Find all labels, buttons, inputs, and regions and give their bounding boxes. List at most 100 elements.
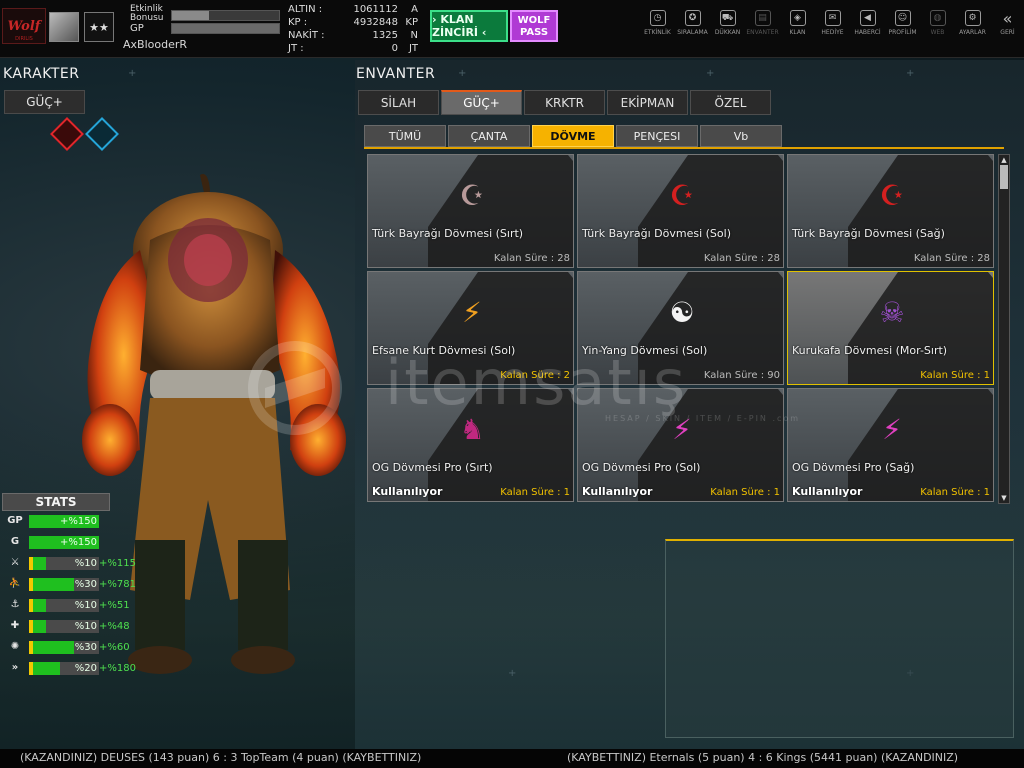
item-status: Kullanılıyor xyxy=(372,485,443,498)
item-name: OG Dövmesi Pro (Sırt) xyxy=(372,461,493,474)
nav-geri̇[interactable]: «GERİ xyxy=(990,8,1024,37)
nav-etki̇nli̇k[interactable]: ◷ ETKİNLİK xyxy=(640,8,675,36)
nav-klan[interactable]: ◈ KLAN xyxy=(780,8,815,36)
nav-dükkan[interactable]: ⛟ DÜKKAN xyxy=(710,8,745,36)
back-icon: « xyxy=(1002,8,1013,28)
shield-icon: ◈ xyxy=(789,10,806,26)
inventory-tab[interactable]: SİLAH xyxy=(358,90,439,115)
item-time-left: Kalan Süre : 1 xyxy=(500,487,570,498)
currency-value: 1061112 xyxy=(353,4,398,15)
item-status: Kullanılıyor xyxy=(582,485,653,498)
scroll-down-icon[interactable]: ▼ xyxy=(999,493,1009,503)
globe-icon: ◍ xyxy=(929,10,946,26)
currency-block: ALTIN :1061112 A KP :4932848 KP NAKİT :1325 N… xyxy=(284,4,424,56)
stat-value: %20 xyxy=(74,663,97,674)
nav-siralama[interactable]: ✪ SIRALAMA xyxy=(675,8,710,36)
rank-icon[interactable]: ★★ xyxy=(84,12,114,42)
currency-label: KP : xyxy=(288,17,308,28)
etkinlik-bonus-fill xyxy=(172,11,210,20)
nav-label: DÜKKAN xyxy=(714,29,741,36)
tattoo-icon: ⚡ xyxy=(882,412,902,446)
logo-sub: DIRILIS xyxy=(15,36,33,42)
inventory-subtab[interactable]: Vb xyxy=(700,125,782,147)
clan-chain-button[interactable]: › KLAN ZİNCİRİ ‹ xyxy=(430,10,508,42)
inventory-item-card[interactable]: ☠ Kurukafa Dövmesi (Mor-Sırt) Kalan Süre :… xyxy=(787,271,994,385)
ranking-medal-icon: ✪ xyxy=(684,10,701,26)
inventory-subtab[interactable]: DÖVME xyxy=(532,125,614,147)
health-icon: ✚ xyxy=(10,620,20,631)
item-grid-scrollbar[interactable]: ▲ ▼ xyxy=(998,154,1010,504)
nav-haberci̇[interactable]: ◀ HABERCİ xyxy=(850,8,885,36)
inventory-tab[interactable]: KRKTR xyxy=(524,90,605,115)
inventory-item-card[interactable]: ⚡ OG Dövmesi Pro (Sol) Kullanılıyor Kalan S… xyxy=(577,388,784,502)
item-name: Türk Bayrağı Dövmesi (Sırt) xyxy=(372,227,524,240)
speed-icon: ⛹ xyxy=(8,578,22,589)
stat-value: %30 xyxy=(74,579,97,590)
item-status: Kullanılıyor xyxy=(792,485,863,498)
item-name: Efsane Kurt Dövmesi (Sol) xyxy=(372,344,516,357)
nav-web[interactable]: ◍ WEB xyxy=(920,8,955,36)
tattoo-icon: ⚡ xyxy=(462,295,482,329)
cart-icon: ⛟ xyxy=(719,10,736,26)
item-name: Türk Bayrağı Dövmesi (Sol) xyxy=(582,227,731,240)
nav-label: WEB xyxy=(930,29,945,36)
inventory-item-card[interactable]: ⚡ OG Dövmesi Pro (Sağ) Kullanılıyor Kalan S… xyxy=(787,388,994,502)
stat-bar: %20 xyxy=(29,662,99,675)
stat-value: %10 xyxy=(74,600,97,611)
clan-emblem-icon[interactable] xyxy=(49,12,79,42)
nav-envanter[interactable]: ▤ ENVANTER xyxy=(745,8,780,36)
plus-marker: + xyxy=(458,68,467,79)
inventory-item-card[interactable]: ⚡ Efsane Kurt Dövmesi (Sol) Kalan Süre : 2 xyxy=(367,271,574,385)
stat-bar: %10 xyxy=(29,599,99,612)
dash-icon: » xyxy=(11,662,19,673)
inventory-subtabs: TÜMÜ ÇANTA DÖVME PENÇESI Vb xyxy=(364,125,784,147)
stat-row: ⛹ %30 +%781 xyxy=(2,574,136,595)
inventory-subtab[interactable]: TÜMÜ xyxy=(364,125,446,147)
inventory-item-card[interactable]: ☪ Türk Bayrağı Dövmesi (Sol) Kalan Süre : … xyxy=(577,154,784,268)
scroll-up-icon[interactable]: ▲ xyxy=(999,155,1009,165)
nav-ayarlar[interactable]: ⚙ AYARLAR xyxy=(955,8,990,36)
wolf-pass-button[interactable]: WOLF PASS xyxy=(510,10,558,42)
stat-row: ⚓ %10 +%51 xyxy=(2,595,130,616)
inventory-subtab[interactable]: PENÇESI xyxy=(616,125,698,147)
stat-bar-bonus xyxy=(33,641,74,654)
stat-row: G +%150 xyxy=(2,532,110,553)
stat-bar-bonus xyxy=(33,662,60,675)
stat-bar: %10 xyxy=(29,620,99,633)
guc-tab[interactable]: GÜÇ+ xyxy=(4,90,85,114)
inventory-tab[interactable]: EKİPMAN xyxy=(607,90,688,115)
inventory-subtab[interactable]: ÇANTA xyxy=(448,125,530,147)
nav-hedi̇ye[interactable]: ✉ HEDİYE xyxy=(815,8,850,36)
currency-value: 4932848 xyxy=(353,17,398,28)
stopwatch-icon: ◷ xyxy=(649,10,666,26)
character-title: KARAKTER xyxy=(3,66,80,82)
stat-bar-bonus xyxy=(33,578,74,591)
stat-rows: GP +%150 G +%150 ⚔ %10 +%115 ⛹ %30 +%781 ⚓ %10 +%51 ✚… xyxy=(2,511,136,679)
match-ticker: (KAZANDINIZ) DEUSES (143 puan) 6 : 3 Top… xyxy=(0,749,1024,768)
scroll-thumb[interactable] xyxy=(1000,165,1008,189)
inventory-item-card[interactable]: ☪ Türk Bayrağı Dövmesi (Sırt) Kalan Süre :… xyxy=(367,154,574,268)
inventory-tab[interactable]: ÖZEL xyxy=(690,90,771,115)
inventory-icon: ▤ xyxy=(754,10,771,26)
top-nav: ◷ ETKİNLİK ✪ SIRALAMA ⛟ DÜKKAN ▤ ENVANTER ◈ KLAN ✉… xyxy=(640,8,1024,37)
inventory-item-card[interactable]: ☪ Türk Bayrağı Dövmesi (Sağ) Kalan Süre : … xyxy=(787,154,994,268)
currency-unit: A xyxy=(411,4,418,15)
gp-icon: GP xyxy=(7,515,23,526)
stats-panel: STATS GP +%150 G +%150 ⚔ %10 +%115 ⛹ %30 +%781 ⚓ %1… xyxy=(2,493,136,679)
currency-row: ALTIN : 1061112 A xyxy=(284,4,424,17)
inventory-item-card[interactable]: ☯ Yin-Yang Dövmesi (Sol) Kalan Süre : 90 xyxy=(577,271,784,385)
nav-label: SIRALAMA xyxy=(677,29,708,36)
tattoo-icon: ♞ xyxy=(459,412,485,446)
nav-label: ETKİNLİK xyxy=(644,29,671,36)
inventory-item-card[interactable]: ♞ OG Dövmesi Pro (Sırt) Kullanılıyor Kalan … xyxy=(367,388,574,502)
nav-label: HEDİYE xyxy=(821,29,844,36)
nav-profi̇li̇m[interactable]: ☺ PROFİLİM xyxy=(885,8,920,36)
stat-extra: +%180 xyxy=(99,663,136,674)
stat-value: +%150 xyxy=(60,516,97,527)
stat-extra: +%781 xyxy=(99,579,136,590)
stat-row: » %20 +%180 xyxy=(2,658,136,679)
gift-icon: ✉ xyxy=(824,10,841,26)
tattoo-icon: ⚡ xyxy=(672,412,692,446)
inventory-tab[interactable]: GÜÇ+ xyxy=(441,90,522,115)
character-model xyxy=(82,174,346,674)
